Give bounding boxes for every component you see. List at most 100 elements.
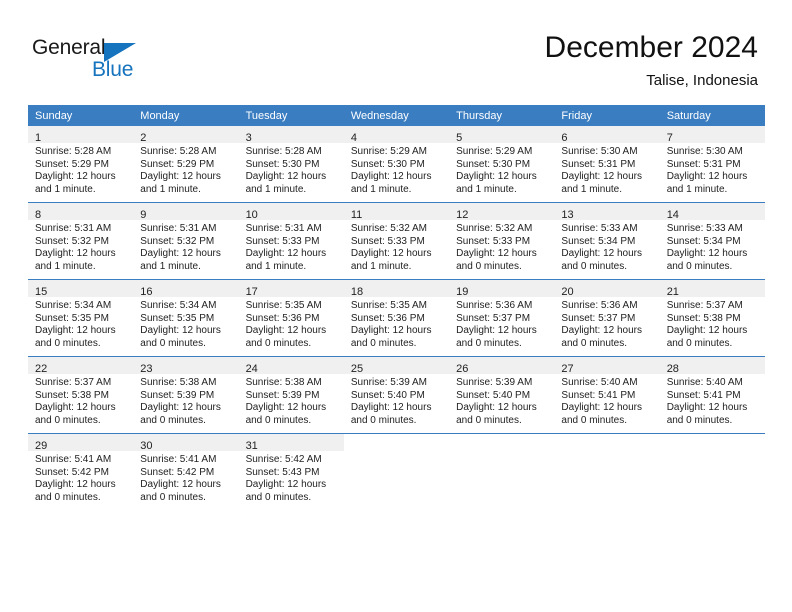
calendar-day-cell[interactable]: 26 Sunrise: 5:39 AM Sunset: 5:40 PM Dayligh… (449, 357, 555, 433)
calendar-day-cell[interactable]: 27 Sunrise: 5:40 AM Sunset: 5:41 PM Dayligh… (554, 357, 660, 433)
daylight-text-line2: and 1 minute. (350, 183, 412, 195)
day-detail-lines: Sunrise: 5:31 AM Sunset: 5:32 PM Daylight:… (28, 220, 133, 273)
sunrise-text: Sunrise: 5:28 AM (140, 146, 217, 157)
sunrise-text: Sunrise: 5:32 AM (456, 223, 533, 234)
sunset-text: Sunset: 5:39 PM (140, 389, 215, 401)
calendar-day-cell[interactable]: 30 Sunrise: 5:41 AM Sunset: 5:42 PM Dayligh… (133, 434, 239, 510)
calendar-day-cell[interactable]: 7 Sunrise: 5:30 AM Sunset: 5:31 PM Daylight… (659, 126, 765, 202)
day-detail-lines: Sunrise: 5:39 AM Sunset: 5:40 PM Daylight:… (449, 374, 554, 427)
calendar-day-cell[interactable]: 1 Sunrise: 5:28 AM Sunset: 5:29 PM Daylight… (28, 126, 134, 202)
calendar-day-cell[interactable]: 12 Sunrise: 5:32 AM Sunset: 5:33 PM Dayligh… (449, 203, 555, 279)
calendar-day-cell[interactable]: 21 Sunrise: 5:37 AM Sunset: 5:38 PM Dayligh… (659, 280, 765, 356)
daylight-text-line1: Daylight: 12 hours (35, 248, 116, 260)
sunrise-text: Sunrise: 5:28 AM (245, 146, 322, 157)
sunset-text: Sunset: 5:38 PM (35, 389, 109, 401)
daylight-text-line2: and 0 minutes. (456, 260, 522, 272)
calendar-day-cell[interactable]: 4 Sunrise: 5:29 AM Sunset: 5:30 PM Daylight… (343, 126, 450, 202)
daylight-text-line1: Daylight: 12 hours (666, 248, 748, 260)
day-number: 31 (245, 440, 258, 452)
daylight-text-line1: Daylight: 12 hours (245, 248, 327, 260)
day-number: 12 (456, 209, 469, 221)
calendar-day-cell[interactable]: 8 Sunrise: 5:31 AM Sunset: 5:32 PM Daylight… (28, 203, 134, 279)
weekday-header-sunday: Sunday (28, 105, 134, 126)
calendar-day-cell[interactable]: 20 Sunrise: 5:36 AM Sunset: 5:37 PM Dayligh… (554, 280, 660, 356)
calendar-day-cell[interactable]: 16 Sunrise: 5:34 AM Sunset: 5:35 PM Dayligh… (133, 280, 239, 356)
daylight-text-line2: and 0 minutes. (561, 414, 628, 426)
daylight-text-line2: and 0 minutes. (140, 337, 206, 349)
sunrise-text: Sunrise: 5:37 AM (666, 300, 743, 311)
daylight-text-line2: and 0 minutes. (35, 491, 101, 503)
sunset-text: Sunset: 5:31 PM (666, 158, 741, 170)
day-number: 20 (561, 286, 574, 298)
daylight-text-line1: Daylight: 12 hours (456, 248, 537, 260)
sunset-text: Sunset: 5:31 PM (561, 158, 636, 170)
calendar-day-cell[interactable]: 6 Sunrise: 5:30 AM Sunset: 5:31 PM Daylight… (554, 126, 660, 202)
calendar-day-cell[interactable]: 24 Sunrise: 5:38 AM Sunset: 5:39 PM Dayligh… (238, 357, 344, 433)
calendar-day-cell[interactable]: 17 Sunrise: 5:35 AM Sunset: 5:36 PM Dayligh… (238, 280, 344, 356)
day-detail-lines: Sunrise: 5:35 AM Sunset: 5:36 PM Daylight:… (344, 297, 449, 350)
calendar-day-cell[interactable]: 22 Sunrise: 5:37 AM Sunset: 5:38 PM Dayligh… (28, 357, 134, 433)
calendar-day-cell[interactable]: 25 Sunrise: 5:39 AM Sunset: 5:40 PM Dayligh… (343, 357, 450, 433)
sunrise-text: Sunrise: 5:38 AM (245, 377, 322, 388)
calendar-day-cell[interactable]: 14 Sunrise: 5:33 AM Sunset: 5:34 PM Dayligh… (659, 203, 765, 279)
day-detail-lines: Sunrise: 5:40 AM Sunset: 5:41 PM Daylight:… (554, 374, 659, 427)
daylight-text-line2: and 1 minute. (35, 183, 96, 195)
calendar-day-cell[interactable]: 19 Sunrise: 5:36 AM Sunset: 5:37 PM Dayligh… (449, 280, 555, 356)
calendar-day-cell[interactable]: 3 Sunrise: 5:28 AM Sunset: 5:30 PM Daylight… (238, 126, 344, 202)
calendar-day-cell[interactable]: 2 Sunrise: 5:28 AM Sunset: 5:29 PM Daylight… (133, 126, 239, 202)
day-detail-lines: Sunrise: 5:33 AM Sunset: 5:34 PM Daylight:… (660, 220, 765, 273)
day-number: 8 (35, 209, 42, 221)
day-number-band: 10 (238, 203, 344, 221)
calendar-day-cell[interactable]: 23 Sunrise: 5:38 AM Sunset: 5:39 PM Dayligh… (133, 357, 239, 433)
day-detail-lines: Sunrise: 5:32 AM Sunset: 5:33 PM Daylight:… (449, 220, 554, 273)
daylight-text-line2: and 1 minute. (35, 260, 96, 272)
day-number: 6 (561, 132, 568, 144)
daylight-text-line1: Daylight: 12 hours (245, 325, 327, 337)
day-number-band: 1 (28, 126, 134, 144)
daylight-text-line1: Daylight: 12 hours (245, 479, 327, 491)
day-number-band: 25 (343, 357, 450, 375)
calendar-day-cell[interactable]: 9 Sunrise: 5:31 AM Sunset: 5:32 PM Daylight… (133, 203, 239, 279)
daylight-text-line2: and 1 minute. (245, 260, 307, 272)
daylight-text-line2: and 1 minute. (561, 183, 623, 195)
calendar-day-cell[interactable]: 13 Sunrise: 5:33 AM Sunset: 5:34 PM Dayligh… (554, 203, 660, 279)
calendar-day-cell[interactable]: 5 Sunrise: 5:29 AM Sunset: 5:30 PM Daylight… (449, 126, 555, 202)
day-number-band: 31 (238, 434, 344, 452)
sunset-text: Sunset: 5:30 PM (456, 158, 531, 170)
calendar-day-cell[interactable]: 18 Sunrise: 5:35 AM Sunset: 5:36 PM Dayligh… (343, 280, 450, 356)
calendar-day-cell-empty (343, 434, 450, 510)
sunset-text: Sunset: 5:35 PM (140, 312, 215, 324)
sunset-text: Sunset: 5:33 PM (350, 235, 425, 247)
day-number: 17 (245, 286, 258, 298)
day-number: 23 (140, 363, 153, 375)
sunset-text: Sunset: 5:29 PM (140, 158, 215, 170)
weekday-header-monday: Monday (133, 105, 239, 126)
sunset-text: Sunset: 5:42 PM (140, 466, 215, 478)
calendar-day-cell-empty (554, 434, 660, 510)
general-blue-logo[interactable]: General Blue (32, 36, 182, 88)
sunset-text: Sunset: 5:41 PM (561, 389, 636, 401)
daylight-text-line1: Daylight: 12 hours (456, 402, 537, 414)
sunset-text: Sunset: 5:33 PM (456, 235, 531, 247)
daylight-text-line1: Daylight: 12 hours (140, 325, 221, 337)
day-number-band: 16 (133, 280, 239, 298)
calendar-day-cell[interactable]: 29 Sunrise: 5:41 AM Sunset: 5:42 PM Dayligh… (28, 434, 134, 510)
calendar-day-cell[interactable]: 10 Sunrise: 5:31 AM Sunset: 5:33 PM Dayligh… (238, 203, 344, 279)
sunset-text: Sunset: 5:29 PM (35, 158, 109, 170)
calendar-day-cell[interactable]: 31 Sunrise: 5:42 AM Sunset: 5:43 PM Dayligh… (238, 434, 344, 510)
daylight-text-line2: and 0 minutes. (245, 337, 312, 349)
day-number-band: 7 (659, 126, 765, 144)
calendar-day-cell[interactable]: 11 Sunrise: 5:32 AM Sunset: 5:33 PM Dayligh… (343, 203, 450, 279)
day-detail-lines: Sunrise: 5:41 AM Sunset: 5:42 PM Daylight:… (133, 451, 238, 504)
day-number-band: 22 (28, 357, 134, 375)
sunrise-text: Sunrise: 5:36 AM (561, 300, 638, 311)
day-detail-lines: Sunrise: 5:35 AM Sunset: 5:36 PM Daylight:… (239, 297, 344, 350)
sunrise-text: Sunrise: 5:36 AM (456, 300, 533, 311)
page-subtitle-location: Talise, Indonesia (646, 72, 758, 89)
daylight-text-line2: and 1 minute. (245, 183, 307, 195)
calendar-day-cell[interactable]: 15 Sunrise: 5:34 AM Sunset: 5:35 PM Dayligh… (28, 280, 134, 356)
calendar-table: Sunday Monday Tuesday Wednesday Thursday Frid… (28, 105, 765, 510)
sunrise-text: Sunrise: 5:31 AM (35, 223, 112, 234)
calendar-day-cell[interactable]: 28 Sunrise: 5:40 AM Sunset: 5:41 PM Dayligh… (659, 357, 765, 433)
day-number: 3 (245, 132, 252, 144)
